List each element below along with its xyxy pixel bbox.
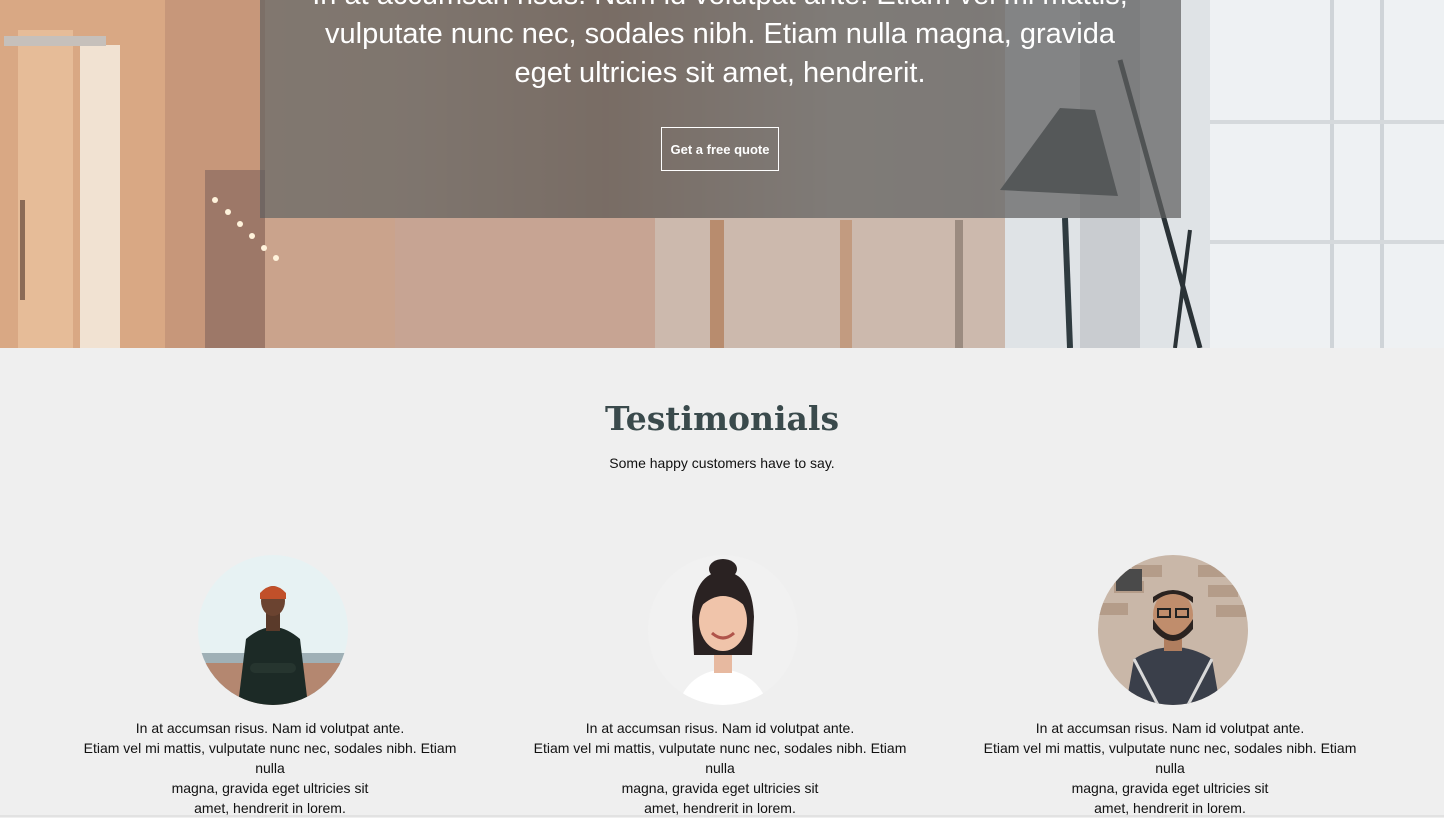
hero-text-line: vulputate nunc nec, sodales nibh. Etiam … (325, 18, 1115, 50)
testimonials-section: Testimonials Some happy customers have t… (0, 348, 1444, 817)
hero-text-line: In at accumsan risus. Nam id volutpat an… (300, 0, 1140, 15)
get-quote-button[interactable]: Get a free quote (661, 127, 779, 171)
testimonial-line: In at accumsan risus. Nam id volutpat an… (585, 720, 855, 736)
testimonial-line: magna, gravida eget ultricies sit (171, 780, 369, 796)
customer-avatar (1098, 555, 1248, 705)
testimonial-line: In at accumsan risus. Nam id volutpat an… (1035, 720, 1305, 736)
testimonial-line: magna, gravida eget ultricies sit (1071, 780, 1269, 796)
testimonial-text: In at accumsan risus. Nam id volutpat an… (970, 718, 1370, 818)
testimonial-line: In at accumsan risus. Nam id volutpat an… (135, 720, 405, 736)
testimonial-card: In at accumsan risus. Nam id volutpat an… (520, 555, 920, 817)
section-subtitle: Some happy customers have to say. (609, 455, 835, 471)
customer-avatar (648, 555, 798, 705)
testimonial-text: In at accumsan risus. Nam id volutpat an… (520, 718, 920, 818)
testimonial-line: Etiam vel mi mattis, vulputate nunc nec,… (983, 740, 1357, 776)
testimonial-line: magna, gravida eget ultricies sit (621, 780, 819, 796)
hero-text-line: eget ultricies sit amet, hendrerit. (514, 57, 926, 89)
testimonial-card: In at accumsan risus. Nam id volutpat an… (970, 555, 1370, 817)
testimonial-line: Etiam vel mi mattis, vulputate nunc nec,… (533, 740, 907, 776)
testimonial-card: In at accumsan risus. Nam id volutpat an… (70, 555, 470, 817)
customer-avatar (198, 555, 348, 705)
hero-description: In at accumsan risus. Nam id volutpat an… (300, 0, 1140, 93)
testimonial-text: In at accumsan risus. Nam id volutpat an… (70, 718, 470, 818)
hero-section: In at accumsan risus. Nam id volutpat an… (0, 0, 1444, 348)
section-title: Testimonials (604, 399, 840, 438)
testimonial-line: Etiam vel mi mattis, vulputate nunc nec,… (83, 740, 457, 776)
